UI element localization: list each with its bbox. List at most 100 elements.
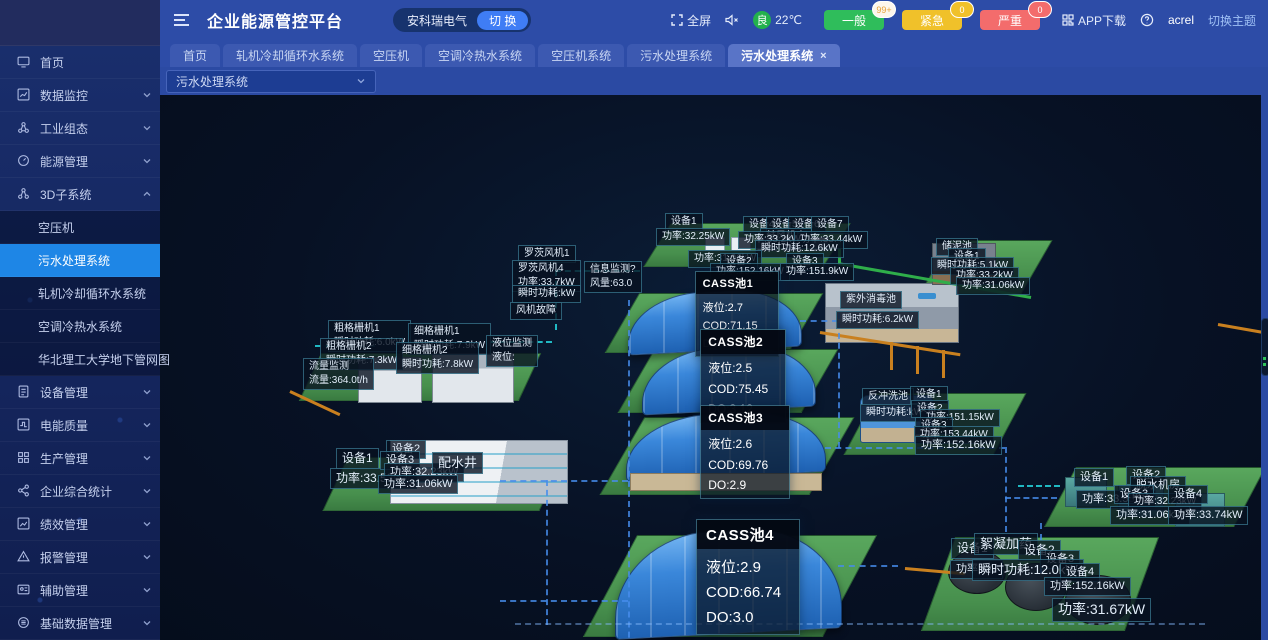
app-download-button[interactable]: APP下载 [1062,12,1126,29]
pipe [546,480,548,625]
sidebar-item-生产管理[interactable]: 生产管理 [0,442,160,475]
sidebar-item-绩效管理[interactable]: 绩效管理 [0,508,160,541]
tab-轧机冷却循环水系统[interactable]: 轧机冷却循环水系统 [223,44,357,67]
device-tooltip: 紫外消毒池 [840,291,902,309]
sidebar-item-基础数据管理[interactable]: 基础数据管理 [0,607,160,640]
pool-metric: 液位:2.5 [701,354,785,377]
tab-污水处理系统[interactable]: 污水处理系统× [728,44,839,67]
sidebar-menu: 首页数据监控工业组态能源管理 3D子系统空压机污水处理系统轧机冷却循环水系统空调冷… [0,46,160,640]
mute-button[interactable] [725,14,739,26]
top-header: 企业能源管控平台 安科瑞电气 切 换 全屏 良 22℃ 一般99+紧急0严重0 … [160,0,1268,40]
alarm-button-严重[interactable]: 严重0 [980,10,1040,30]
device-tooltip: 信息监测?风量:63.0 [584,261,642,293]
sludge-pipe [916,346,919,374]
stats-icon [17,484,31,498]
sidebar-item-华北理工大学地下管网图[interactable]: 华北理工大学地下管网图 [0,343,160,376]
sidebar-item-辅助管理[interactable]: 辅助管理 [0,574,160,607]
zoom-slider-mark [1263,363,1266,366]
sidebar-item-工业组态[interactable]: 工业组态 [0,112,160,145]
device-tooltip: 配水井 [432,452,483,474]
fullscreen-button[interactable]: 全屏 [671,12,711,29]
pool-metric: 液位:2.7 [696,294,778,316]
alarm-count-badge: 99+ [872,1,896,18]
pool-metric: 液位:2.9 [697,549,799,578]
chevron-down-icon [142,387,152,397]
collapse-menu-icon[interactable] [174,14,189,26]
sidebar-item-轧机冷却循环水系统[interactable]: 轧机冷却循环水系统 [0,277,160,310]
device-tooltip: 功率:151.9kW [780,263,854,281]
sidebar-item-label: 工业组态 [40,120,88,137]
sidebar-item-空调冷热水系统[interactable]: 空调冷热水系统 [0,310,160,343]
device-tooltip: 瞬时功耗:6.2kW [836,311,919,329]
username[interactable]: acrel [1168,13,1194,27]
chevron-down-icon [142,420,152,430]
sidebar-item-label: 轧机冷却循环水系统 [38,285,146,302]
tab-close-icon[interactable]: × [820,50,826,62]
chevron-down-icon [142,90,152,100]
tab-首页[interactable]: 首页 [170,44,220,67]
sidebar-item-label: 能源管理 [40,153,88,170]
tooltip-line: 瞬时功耗:7.8kW [402,358,473,372]
sidebar-item-设备管理[interactable]: 设备管理 [0,376,160,409]
air-quality-badge: 良 [753,11,771,29]
tooltip-line: 设备4 [1174,487,1202,502]
sidebar-item-label: 绩效管理 [40,516,88,533]
sidebar-item-数据监控[interactable]: 数据监控 [0,79,160,112]
chevron-down-icon [142,123,152,133]
device-tooltip: 功率:33.74kW [1168,506,1248,525]
tooltip-line: 设备1 [671,215,697,229]
tab-污水处理系统[interactable]: 污水处理系统 [627,44,725,67]
toolbar: 污水处理系统 [160,67,1268,95]
tooltip-line: 功率:31.06kW [384,477,452,492]
device-tooltip: 瞬时功耗:kW [512,285,581,303]
sidebar-item-3D子系统[interactable]: 3D子系统 [0,178,160,211]
question-icon [1140,13,1154,27]
sidebar-item-label: 基础数据管理 [40,615,112,632]
tooltip-line: 设备7 [817,218,843,232]
pool-info-card: CASS池3液位:2.6COD:69.76DO:2.9 [700,405,790,499]
sidebar-item-电能质量[interactable]: 电能质量 [0,409,160,442]
sidebar-item-能源管理[interactable]: 能源管理 [0,145,160,178]
3d-scene[interactable]: 粗格栅机1瞬时功耗:6.0kW粗格栅机2瞬时功耗:7.3kW细格栅机1瞬时功耗:… [160,95,1261,640]
alarm-button-一般[interactable]: 一般99+ [824,10,884,30]
temperature: 22℃ [775,13,802,27]
company-selector[interactable]: 安科瑞电气 切 换 [393,8,531,32]
device-tooltip: 功率:152.16kW [915,436,1002,455]
pool-metric: COD:75.45 [701,377,785,397]
sidebar-item-企业综合统计[interactable]: 企业综合统计 [0,475,160,508]
tab-label: 空调冷热水系统 [438,47,522,64]
device-tooltip: 功率:32.25kW [656,228,730,246]
system-select[interactable]: 污水处理系统 [166,70,376,93]
tab-bar: 首页轧机冷却循环水系统空压机空调冷热水系统空压机系统污水处理系统污水处理系统× [160,40,1268,67]
pipe [500,480,628,482]
tab-label: 轧机冷却循环水系统 [236,47,344,64]
main-panel: 粗格栅机1瞬时功耗:6.0kW粗格栅机2瞬时功耗:7.3kW细格栅机1瞬时功耗:… [160,95,1268,640]
fullscreen-icon [671,14,683,26]
tooltip-line: 设备1 [342,450,373,467]
pipe [838,313,840,448]
company-switch-button[interactable]: 切 换 [477,11,528,30]
tooltip-line: 罗茨风机1 [524,247,570,261]
pool-metric: 液位:2.6 [701,430,789,453]
tab-空压机系统[interactable]: 空压机系统 [538,44,624,67]
theme-switch-link[interactable]: 切换主题 [1208,12,1256,29]
chevron-up-icon [142,189,152,199]
sidebar-item-首页[interactable]: 首页 [0,46,160,79]
scene-zoom-slider[interactable] [1261,318,1268,376]
company-name: 安科瑞电气 [407,12,467,29]
qr-code-icon [1062,14,1074,26]
chevron-down-icon [142,618,152,628]
sidebar-item-污水处理系统[interactable]: 污水处理系统 [0,244,160,277]
sidebar-item-报警管理[interactable]: 报警管理 [0,541,160,574]
alarm-button-紧急[interactable]: 紧急0 [902,10,962,30]
subsystem-3d-icon [17,187,31,201]
tab-空压机[interactable]: 空压机 [360,44,422,67]
tooltip-line: 液位: [492,351,532,365]
help-button[interactable] [1140,13,1154,27]
device-tooltip: 设备1 [1074,468,1114,487]
tab-空调冷热水系统[interactable]: 空调冷热水系统 [425,44,535,67]
tooltip-line: 粗格栅机1 [334,322,405,336]
sidebar-item-label: 辅助管理 [40,582,88,599]
sidebar-item-空压机[interactable]: 空压机 [0,211,160,244]
pool-metric: COD:69.76 [701,453,789,473]
